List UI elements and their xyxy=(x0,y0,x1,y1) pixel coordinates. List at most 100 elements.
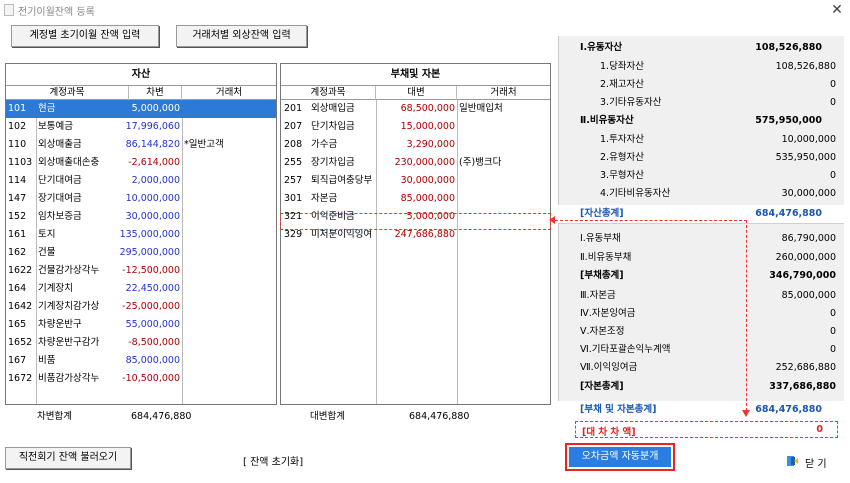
asset-debit-amount[interactable]: 5,000,000 xyxy=(106,100,180,118)
assets-header: 계정과목 차변 거래처 xyxy=(6,86,276,100)
asset-row[interactable]: 101 현금 5,000,000 xyxy=(6,100,276,118)
summary-label: Ⅶ.이익잉여금 xyxy=(580,362,638,373)
close-icon[interactable]: ✕ xyxy=(826,0,848,20)
arrow-down-icon xyxy=(742,410,750,417)
liability-row[interactable]: 201 외상매입금 68,500,000 일반매입처 xyxy=(281,100,550,118)
summary-row: [부채 및 자본총계] 684,476,880 xyxy=(558,401,844,419)
liability-credit-amount[interactable]: 230,000,000 xyxy=(378,154,455,172)
asset-row[interactable]: 1672 비품감가상각누 -10,500,000 xyxy=(6,370,276,388)
summary-value: 0 xyxy=(829,344,836,355)
asset-debit-amount[interactable]: 10,000,000 xyxy=(106,190,180,208)
asset-code: 114 xyxy=(8,175,27,186)
summary-row: Ⅶ.이익잉여금 252,686,880 xyxy=(558,359,844,377)
asset-row[interactable]: 1622 건물감가상각누 -12,500,000 xyxy=(6,262,276,280)
asset-row[interactable]: 1642 기계장치감가상 -25,000,000 xyxy=(6,298,276,316)
balance-difference-box: [대 차 차 액] 0 xyxy=(575,421,838,438)
summary-label: 3.무형자산 xyxy=(600,170,645,181)
asset-code: 164 xyxy=(8,283,27,294)
summary-label: 1.당좌자산 xyxy=(600,61,645,72)
summary-row: 2.재고자산 0 xyxy=(558,76,844,94)
liability-row[interactable]: 208 가수금 3,290,000 xyxy=(281,136,550,154)
asset-debit-amount[interactable]: -12,500,000 xyxy=(106,262,180,280)
auto-split-button[interactable]: 오차금액 자동분개 xyxy=(569,447,671,467)
vendor-balance-button[interactable]: 거래처별 외상잔액 입력 xyxy=(176,25,307,47)
asset-row[interactable]: 1652 차량운반구감가 -8,500,000 xyxy=(6,334,276,352)
asset-code: 1642 xyxy=(8,301,33,312)
close-button[interactable]: 닫 기 xyxy=(805,455,827,470)
summary-value: 252,686,880 xyxy=(775,362,836,373)
opening-balance-button[interactable]: 계정별 초기이월 잔액 입력 xyxy=(11,25,159,47)
asset-code: 1103 xyxy=(8,157,33,168)
liability-row[interactable]: 207 단기차입금 15,000,000 xyxy=(281,118,550,136)
asset-debit-amount[interactable]: 135,000,000 xyxy=(106,226,180,244)
summary-label: Ⅱ.비유동자산 xyxy=(580,115,634,126)
asset-code: 165 xyxy=(8,319,27,330)
asset-row[interactable]: 165 차량운반구 55,000,000 xyxy=(6,316,276,334)
asset-row[interactable]: 110 외상매출금 86,144,820 *일반고객 xyxy=(6,136,276,154)
asset-row[interactable]: 114 단기대여금 2,000,000 xyxy=(6,172,276,190)
liability-code: 257 xyxy=(284,175,303,186)
summary-row: 2.유형자산 535,950,000 xyxy=(558,149,844,167)
asset-code: 167 xyxy=(8,355,27,366)
summary-label: Ⅴ.자본조정 xyxy=(580,326,625,337)
asset-debit-amount[interactable]: 86,144,820 xyxy=(106,136,180,154)
liability-credit-amount[interactable]: 15,000,000 xyxy=(378,118,455,136)
liability-row[interactable]: 301 자본금 85,000,000 xyxy=(281,190,550,208)
asset-debit-amount[interactable]: -10,500,000 xyxy=(106,370,180,388)
liability-credit-amount[interactable]: 3,290,000 xyxy=(378,136,455,154)
assets-header-debit: 차변 xyxy=(129,86,182,100)
liability-credit-amount[interactable]: 30,000,000 xyxy=(378,172,455,190)
liability-row[interactable]: 257 퇴직급여충당부 30,000,000 xyxy=(281,172,550,190)
exit-icon[interactable] xyxy=(786,455,798,467)
asset-debit-amount[interactable]: 2,000,000 xyxy=(106,172,180,190)
summary-label: 3.기타유동자산 xyxy=(600,97,662,108)
asset-row[interactable]: 162 건물 295,000,000 xyxy=(6,244,276,262)
asset-code: 102 xyxy=(8,121,27,132)
asset-row[interactable]: 164 기계장치 22,450,000 xyxy=(6,280,276,298)
asset-debit-amount[interactable]: -25,000,000 xyxy=(106,298,180,316)
liability-credit-amount[interactable]: 68,500,000 xyxy=(378,100,455,118)
asset-code: 110 xyxy=(8,139,27,150)
summary-label: 1.투자자산 xyxy=(600,134,645,145)
reset-balance-link[interactable]: [ 잔액 초기화] xyxy=(243,453,303,468)
asset-row[interactable]: 167 비품 85,000,000 xyxy=(6,352,276,370)
asset-debit-amount[interactable]: -2,614,000 xyxy=(106,154,180,172)
summary-value: 0 xyxy=(829,308,836,319)
liability-row[interactable]: 255 장기차입금 230,000,000 (주)뱅크다 xyxy=(281,154,550,172)
liability-partner[interactable]: 일반매입처 xyxy=(459,100,549,118)
asset-debit-amount[interactable]: 295,000,000 xyxy=(106,244,180,262)
summary-value: 337,686,880 xyxy=(769,381,836,392)
liability-account-name: 장기차입금 xyxy=(311,157,355,168)
asset-row[interactable]: 161 토지 135,000,000 xyxy=(6,226,276,244)
summary-value: 0 xyxy=(829,326,836,337)
asset-debit-amount[interactable]: 85,000,000 xyxy=(106,352,180,370)
asset-debit-amount[interactable]: 22,450,000 xyxy=(106,280,180,298)
debit-total-value: 684,476,880 xyxy=(131,411,192,422)
asset-debit-amount[interactable]: 30,000,000 xyxy=(106,208,180,226)
asset-debit-amount[interactable]: 17,996,060 xyxy=(106,118,180,136)
liability-code: 201 xyxy=(284,103,303,114)
asset-row[interactable]: 1103 외상매출대손충 -2,614,000 xyxy=(6,154,276,172)
summary-label: Ⅰ.유동자산 xyxy=(580,42,623,53)
asset-row[interactable]: 102 보통예금 17,996,060 xyxy=(6,118,276,136)
liability-credit-amount[interactable]: 85,000,000 xyxy=(378,190,455,208)
liability-partner[interactable]: (주)뱅크다 xyxy=(459,154,549,172)
asset-debit-amount[interactable]: 55,000,000 xyxy=(106,316,180,334)
asset-partner[interactable]: *일반고객 xyxy=(184,136,274,154)
liabilities-grid: 부채및 자본 계정과목 대변 거래처 201 외상매입금 68,500,000 일반매… xyxy=(280,63,551,405)
summary-row: Ⅲ.자본금 85,000,000 xyxy=(558,287,844,305)
asset-debit-amount[interactable]: -8,500,000 xyxy=(106,334,180,352)
summary-value: 0 xyxy=(829,97,836,108)
summary-label: Ⅰ.유동부채 xyxy=(580,233,621,244)
summary-row: [자본총계] 337,686,880 xyxy=(558,378,844,396)
summary-divider xyxy=(558,223,844,224)
asset-row[interactable]: 152 임차보증금 30,000,000 xyxy=(6,208,276,226)
summary-label: [자본총계] xyxy=(580,381,624,392)
summary-label: 2.재고자산 xyxy=(600,79,645,90)
liabilities-header-account: 계정과목 xyxy=(281,86,376,100)
summary-value: 10,000,000 xyxy=(781,134,836,145)
load-previous-balance-button[interactable]: 직전회기 잔액 불러오기 xyxy=(5,447,131,469)
asset-row[interactable]: 147 장기대여금 10,000,000 xyxy=(6,190,276,208)
assets-rows: 101 현금 5,000,000 102 보통예금 17,996,060 110 외상매출금 8… xyxy=(6,100,276,404)
summary-value: 108,526,880 xyxy=(775,61,836,72)
